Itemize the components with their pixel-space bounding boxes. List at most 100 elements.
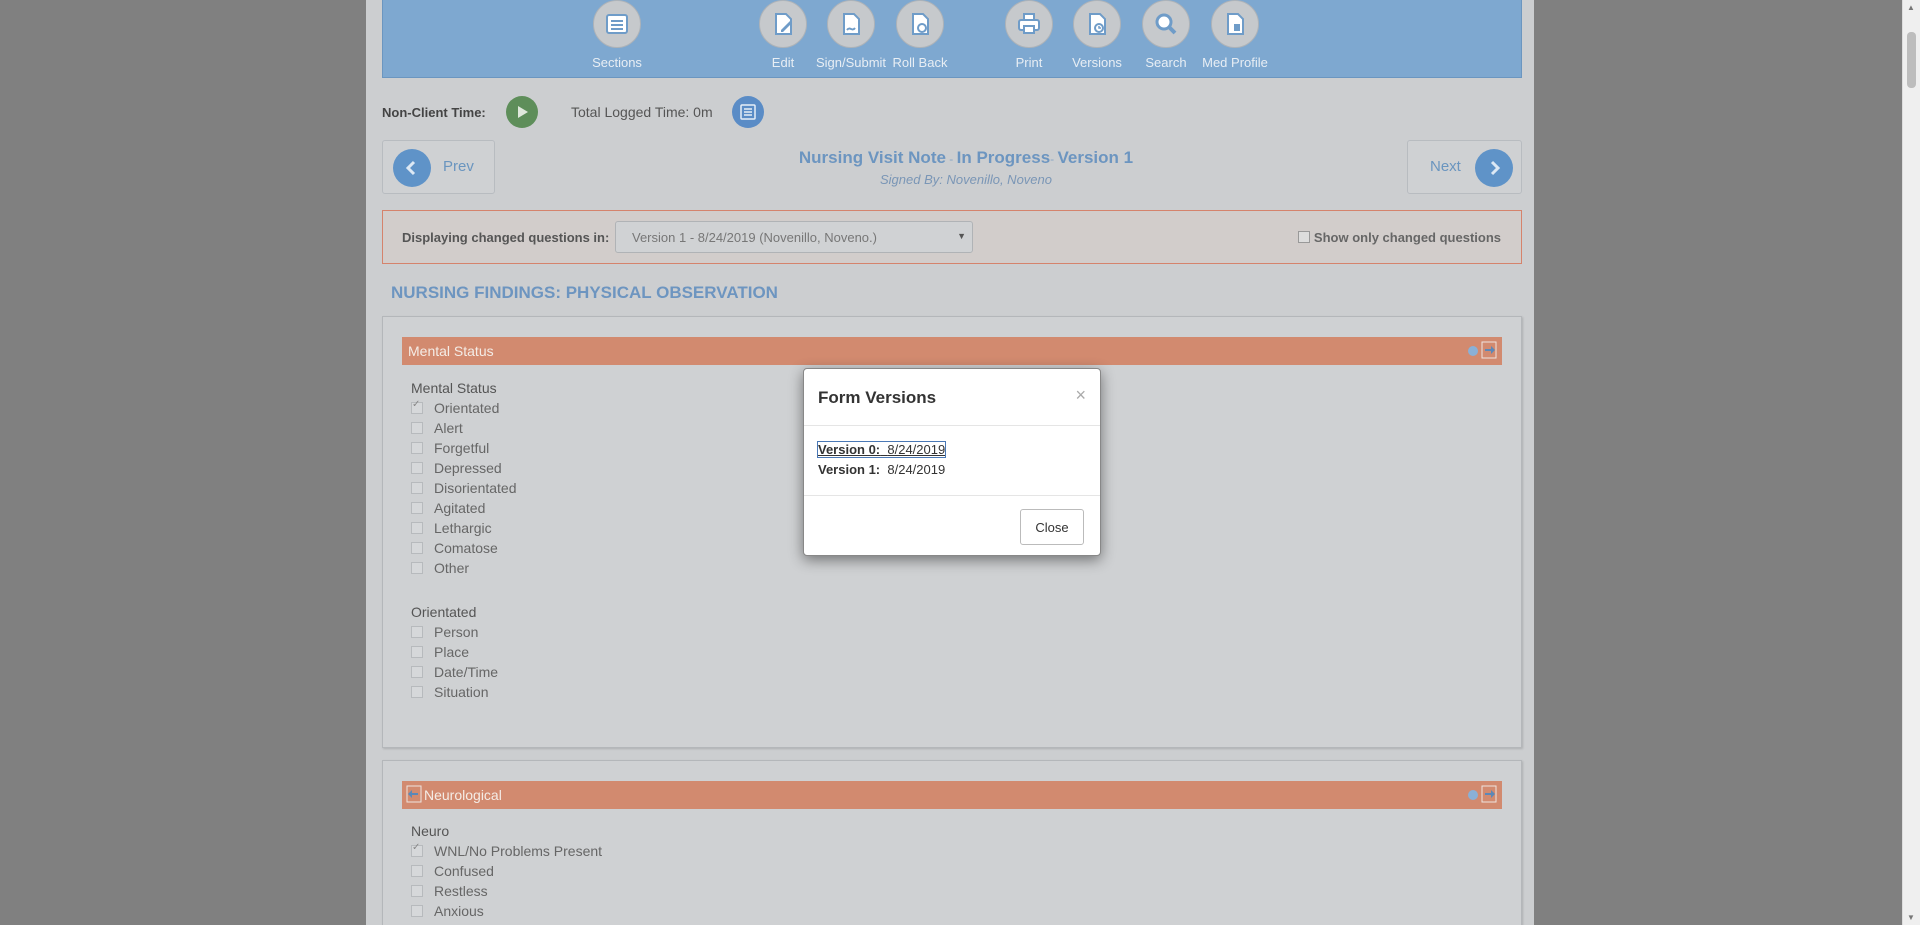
option-label: Restless: [434, 883, 488, 899]
checkbox[interactable]: [411, 626, 423, 638]
next-label: Next: [1430, 158, 1461, 175]
sign-submit-button[interactable]: Sign/Submit: [813, 0, 889, 70]
versions-document-icon: [1073, 0, 1121, 48]
option-wnl[interactable]: WNL/No Problems Present: [411, 842, 603, 861]
sections-label: Sections: [592, 55, 642, 70]
chevron-right-icon: [1475, 149, 1513, 187]
group-label: Mental Status: [411, 380, 497, 396]
option-alert[interactable]: Alert: [411, 420, 463, 438]
option-confused[interactable]: Confused: [411, 863, 494, 881]
checkbox[interactable]: [411, 666, 423, 678]
page-scrollbar[interactable]: ▲ ▼: [1902, 0, 1920, 925]
option-lethargic[interactable]: Lethargic: [411, 520, 492, 538]
option-anxious[interactable]: Anxious: [411, 903, 484, 921]
next-button[interactable]: Next: [1407, 140, 1522, 194]
checkbox[interactable]: [411, 842, 423, 857]
changed-questions-label: Displaying changed questions in:: [402, 230, 610, 245]
chevron-left-icon: [393, 149, 431, 187]
med-profile-button[interactable]: Med Profile: [1197, 0, 1273, 70]
option-label: Situation: [434, 684, 489, 700]
print-button[interactable]: Print: [991, 0, 1067, 70]
option-person[interactable]: Person: [411, 624, 478, 642]
close-icon[interactable]: ×: [1075, 385, 1086, 406]
play-icon: [518, 106, 528, 118]
start-timer-button[interactable]: [506, 96, 538, 128]
version-select[interactable]: Version 1 - 8/24/2019 (Novenillo, Noveno…: [615, 221, 973, 253]
form-versions-dialog: Form Versions × Version 0: 8/24/2019 Ver…: [803, 368, 1101, 556]
settings-icon[interactable]: [1465, 341, 1481, 359]
option-label: Orientated: [434, 400, 500, 416]
version-date: 8/24/2019: [887, 442, 946, 457]
magnifier-icon: [1142, 0, 1190, 48]
checkbox[interactable]: [411, 399, 423, 414]
arrow-right-icon[interactable]: [1481, 341, 1497, 359]
checkbox[interactable]: [411, 422, 423, 434]
option-restless[interactable]: Restless: [411, 883, 488, 901]
version-0-link[interactable]: Version 0: 8/24/2019: [816, 441, 947, 458]
edit-document-icon: [759, 0, 807, 48]
checkbox[interactable]: [411, 502, 423, 514]
sections-icon: [593, 0, 641, 48]
sections-button[interactable]: Sections: [579, 0, 655, 70]
option-label: Comatose: [434, 540, 498, 556]
scroll-down-icon[interactable]: ▼: [1907, 913, 1915, 922]
group-label: Orientated: [411, 604, 477, 620]
versions-button[interactable]: Versions: [1059, 0, 1135, 70]
option-situation[interactable]: Situation: [411, 684, 488, 702]
checkbox[interactable]: [411, 482, 423, 494]
checkbox[interactable]: [411, 522, 423, 534]
version-label: Version 1:: [818, 462, 881, 477]
toolbar: Sections Edit Sign/Submit Roll Back Prin…: [382, 0, 1522, 78]
close-button[interactable]: Close: [1020, 509, 1084, 545]
time-log-button[interactable]: [732, 96, 764, 128]
option-label: WNL/No Problems Present: [434, 843, 603, 859]
scroll-up-icon[interactable]: ▲: [1907, 3, 1915, 12]
option-label: Lethargic: [434, 520, 492, 536]
option-other[interactable]: Other: [411, 560, 469, 578]
checkbox[interactable]: [411, 562, 423, 574]
prev-label: Prev: [443, 158, 474, 175]
checkbox[interactable]: [411, 905, 423, 917]
section-heading: NURSING FINDINGS: PHYSICAL OBSERVATION: [391, 283, 778, 302]
checkbox[interactable]: [411, 686, 423, 698]
roll-back-label: Roll Back: [892, 55, 948, 70]
print-label: Print: [1015, 55, 1043, 70]
arrow-right-icon[interactable]: [1481, 785, 1497, 803]
version-1-link[interactable]: Version 1: 8/24/2019: [818, 462, 945, 477]
checkbox[interactable]: [411, 865, 423, 877]
checkbox[interactable]: [411, 885, 423, 897]
scroll-thumb[interactable]: [1907, 32, 1916, 88]
divider: [804, 425, 1100, 426]
option-label: Person: [434, 624, 479, 640]
option-date-time[interactable]: Date/Time: [411, 664, 498, 682]
option-disorientated[interactable]: Disorientated: [411, 480, 517, 498]
settings-icon[interactable]: [1465, 785, 1481, 803]
version-date: 8/24/2019: [887, 462, 946, 477]
med-profile-icon: [1211, 0, 1259, 48]
option-agitated[interactable]: Agitated: [411, 500, 485, 518]
show-only-changed-checkbox[interactable]: [1297, 231, 1310, 243]
checkbox[interactable]: [411, 542, 423, 554]
roll-back-button[interactable]: Roll Back: [882, 0, 958, 70]
card-header: Mental Status: [402, 337, 1502, 365]
option-label: Alert: [434, 420, 463, 436]
option-label: Place: [434, 644, 470, 660]
note-version: Version 1: [1057, 148, 1134, 167]
option-forgetful[interactable]: Forgetful: [411, 440, 489, 458]
signed-by: Signed By: Novenillo, Noveno: [880, 172, 1052, 187]
prev-button[interactable]: Prev: [382, 140, 495, 194]
checkbox[interactable]: [411, 442, 423, 454]
option-place[interactable]: Place: [411, 644, 469, 662]
option-comatose[interactable]: Comatose: [411, 540, 498, 558]
dialog-title: Form Versions: [818, 388, 937, 407]
option-label: Date/Time: [434, 664, 499, 680]
checkbox[interactable]: [411, 462, 423, 474]
option-orientated[interactable]: Orientated: [411, 399, 500, 418]
arrow-left-icon[interactable]: [406, 785, 422, 803]
option-depressed[interactable]: Depressed: [411, 460, 502, 478]
checkbox[interactable]: [411, 646, 423, 658]
total-logged-time: Total Logged Time: 0m: [571, 104, 713, 120]
search-button[interactable]: Search: [1128, 0, 1204, 70]
show-only-changed-toggle[interactable]: Show only changed questions: [1297, 230, 1501, 245]
edit-button[interactable]: Edit: [745, 0, 821, 70]
